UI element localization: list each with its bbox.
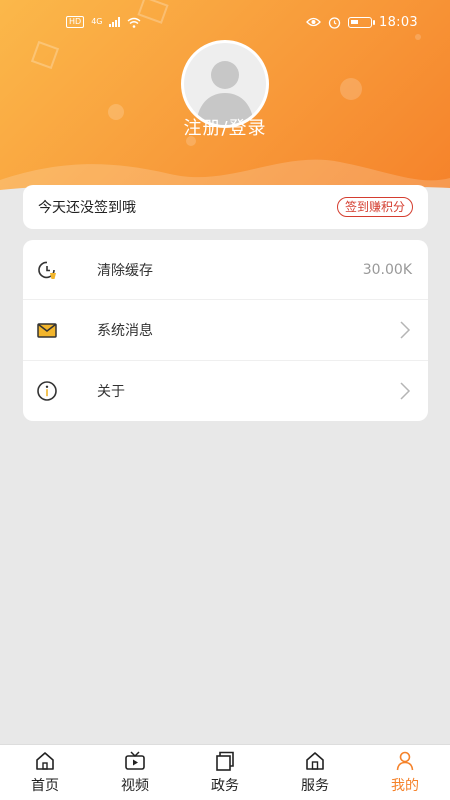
clock: 18:03 bbox=[379, 14, 418, 30]
bottom-tab-bar: 首页 视频 政务 服务 我的 bbox=[0, 744, 450, 800]
chevron-right-icon bbox=[400, 382, 411, 400]
login-link[interactable]: 注册/登录 bbox=[0, 114, 450, 140]
signal-icon bbox=[109, 17, 121, 27]
chevron-right-icon bbox=[400, 321, 411, 339]
menu-item-label: 清除缓存 bbox=[97, 262, 153, 279]
tab-mine[interactable]: 我的 bbox=[360, 745, 450, 800]
video-icon bbox=[125, 751, 145, 770]
menu-item-label: 系统消息 bbox=[97, 322, 153, 339]
signin-card: 今天还没签到哦 签到赚积分 bbox=[23, 185, 428, 229]
envelope-icon bbox=[35, 318, 59, 342]
tab-label: 我的 bbox=[391, 778, 419, 794]
tab-government[interactable]: 政务 bbox=[180, 745, 270, 800]
government-icon bbox=[216, 751, 234, 771]
menu-item-clear-cache[interactable]: 清除缓存 30.00K bbox=[23, 240, 428, 301]
decor-dot bbox=[340, 78, 362, 100]
wifi-icon bbox=[128, 17, 141, 28]
tab-label: 服务 bbox=[301, 778, 329, 794]
home-icon bbox=[36, 752, 54, 770]
battery-icon bbox=[348, 16, 376, 28]
info-icon bbox=[35, 379, 59, 403]
cache-size: 30.00K bbox=[362, 261, 412, 278]
eye-icon bbox=[306, 17, 321, 27]
menu-item-about[interactable]: 关于 bbox=[23, 361, 428, 421]
service-icon bbox=[306, 752, 324, 770]
tab-video[interactable]: 视频 bbox=[90, 745, 180, 800]
tab-service[interactable]: 服务 bbox=[270, 745, 360, 800]
alarm-icon bbox=[328, 16, 341, 29]
network-type: 4G bbox=[91, 17, 103, 26]
default-avatar-icon bbox=[184, 43, 266, 125]
clock-clear-icon bbox=[35, 258, 59, 282]
profile-header: HD 4G 18:03 注册/登录 bbox=[0, 0, 450, 200]
tab-home[interactable]: 首页 bbox=[0, 745, 90, 800]
status-bar: HD 4G 18:03 bbox=[0, 0, 450, 44]
menu-item-label: 关于 bbox=[97, 383, 125, 400]
signin-button[interactable]: 签到赚积分 bbox=[336, 197, 413, 217]
decor-square bbox=[30, 40, 60, 70]
user-icon bbox=[396, 751, 414, 771]
settings-menu: 清除缓存 30.00K 系统消息 关于 bbox=[23, 240, 428, 421]
menu-item-system-messages[interactable]: 系统消息 bbox=[23, 300, 428, 361]
tab-label: 视频 bbox=[121, 778, 149, 794]
signin-status-text: 今天还没签到哦 bbox=[38, 200, 136, 216]
tab-label: 首页 bbox=[31, 778, 59, 794]
tab-label: 政务 bbox=[211, 778, 239, 794]
hd-indicator: HD bbox=[66, 16, 85, 28]
